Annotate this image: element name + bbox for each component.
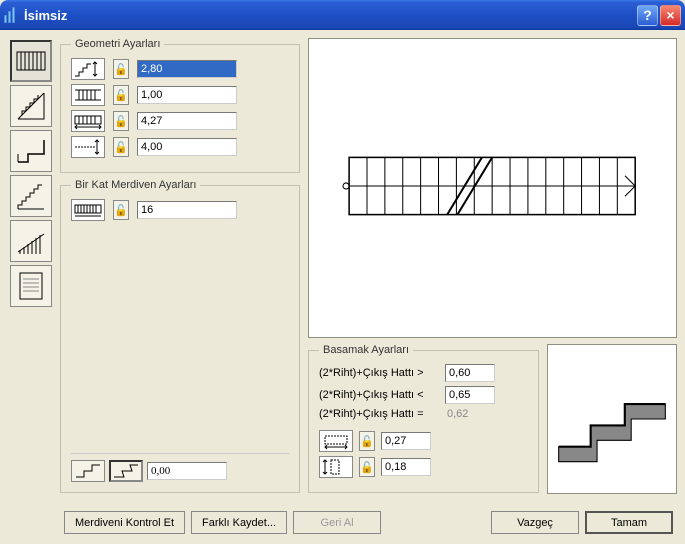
width-icon bbox=[71, 84, 105, 106]
tread-input[interactable] bbox=[381, 432, 431, 450]
app-icon bbox=[4, 7, 20, 23]
help-button[interactable]: ? bbox=[637, 5, 658, 26]
depth-input[interactable] bbox=[137, 138, 237, 156]
nosing-input[interactable] bbox=[147, 462, 227, 480]
flight-legend: Bir Kat Merdiven Ayarları bbox=[71, 179, 200, 191]
tab-railing[interactable] bbox=[10, 220, 52, 262]
side-tabs bbox=[8, 38, 54, 499]
flight-fieldset: Bir Kat Merdiven Ayarları 🔓 bbox=[60, 179, 300, 493]
formula-eq-value: 0,62 bbox=[445, 408, 468, 420]
steps-input[interactable] bbox=[137, 201, 237, 219]
height-input[interactable] bbox=[137, 60, 237, 78]
riser-icon bbox=[319, 456, 353, 478]
formula-gt-label: (2*Riht)+Çıkış Hattı > bbox=[319, 367, 439, 379]
steps-icon bbox=[71, 199, 105, 221]
tab-section[interactable] bbox=[10, 130, 52, 172]
lock-icon[interactable]: 🔓 bbox=[113, 59, 129, 79]
basamak-legend: Basamak Ayarları bbox=[319, 344, 413, 356]
section-preview bbox=[547, 344, 677, 494]
formula-eq-label: (2*Riht)+Çıkış Hattı = bbox=[319, 408, 439, 420]
lock-icon[interactable]: 🔓 bbox=[113, 137, 129, 157]
tread-icon bbox=[319, 430, 353, 452]
basamak-fieldset: Basamak Ayarları (2*Riht)+Çıkış Hattı > … bbox=[308, 344, 539, 493]
tab-perspective[interactable] bbox=[10, 85, 52, 127]
lock-icon[interactable]: 🔓 bbox=[359, 457, 375, 477]
flight-nosing-mode-1[interactable] bbox=[71, 460, 105, 482]
ok-button[interactable]: Tamam bbox=[585, 511, 673, 534]
lock-icon[interactable]: 🔓 bbox=[113, 85, 129, 105]
lock-icon[interactable]: 🔓 bbox=[113, 200, 129, 220]
dialog-button-bar: Merdiveni Kontrol Et Farklı Kaydet... Ge… bbox=[0, 507, 685, 544]
height-icon bbox=[71, 58, 105, 80]
formula-lt-label: (2*Riht)+Çıkış Hattı < bbox=[319, 389, 439, 401]
geometry-fieldset: Geometri Ayarları 🔓 🔓 🔓 bbox=[60, 38, 300, 173]
check-stair-button[interactable]: Merdiveni Kontrol Et bbox=[64, 511, 185, 534]
lock-icon[interactable]: 🔓 bbox=[113, 111, 129, 131]
tab-list[interactable] bbox=[10, 265, 52, 307]
flight-nosing-mode-2[interactable] bbox=[109, 460, 143, 482]
riser-input[interactable] bbox=[381, 458, 431, 476]
length-icon bbox=[71, 110, 105, 132]
save-as-button[interactable]: Farklı Kaydet... bbox=[191, 511, 287, 534]
width-input[interactable] bbox=[137, 86, 237, 104]
lock-icon[interactable]: 🔓 bbox=[359, 431, 375, 451]
formula-gt-input[interactable] bbox=[445, 364, 495, 382]
tab-plan[interactable] bbox=[10, 40, 52, 82]
depth-icon bbox=[71, 136, 105, 158]
cancel-button[interactable]: Vazgeç bbox=[491, 511, 579, 534]
window-title: İsimsiz bbox=[24, 8, 637, 23]
plan-preview bbox=[308, 38, 677, 338]
length-input[interactable] bbox=[137, 112, 237, 130]
formula-lt-input[interactable] bbox=[445, 386, 495, 404]
tab-elevation[interactable] bbox=[10, 175, 52, 217]
close-button[interactable]: × bbox=[660, 5, 681, 26]
geometry-legend: Geometri Ayarları bbox=[71, 38, 164, 50]
titlebar: İsimsiz ? × bbox=[0, 0, 685, 30]
undo-button: Geri Al bbox=[293, 511, 381, 534]
